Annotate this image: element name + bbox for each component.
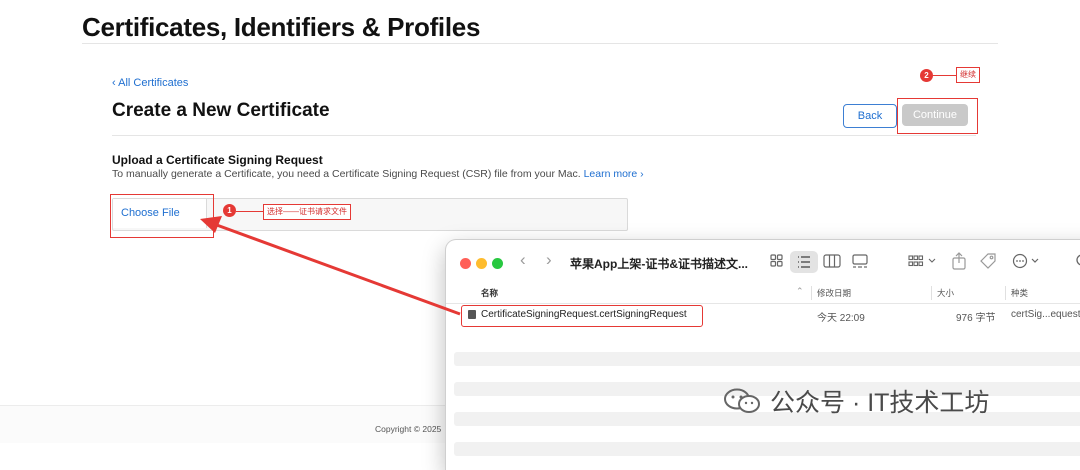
wechat-logo-icon [722,387,762,413]
watermark-text: 公众号 · IT技术工坊 [770,389,990,417]
annotation-arrow-overlay [200,216,461,316]
empty-row-stripe [454,442,1080,456]
annotation-arrow-line [213,222,461,316]
